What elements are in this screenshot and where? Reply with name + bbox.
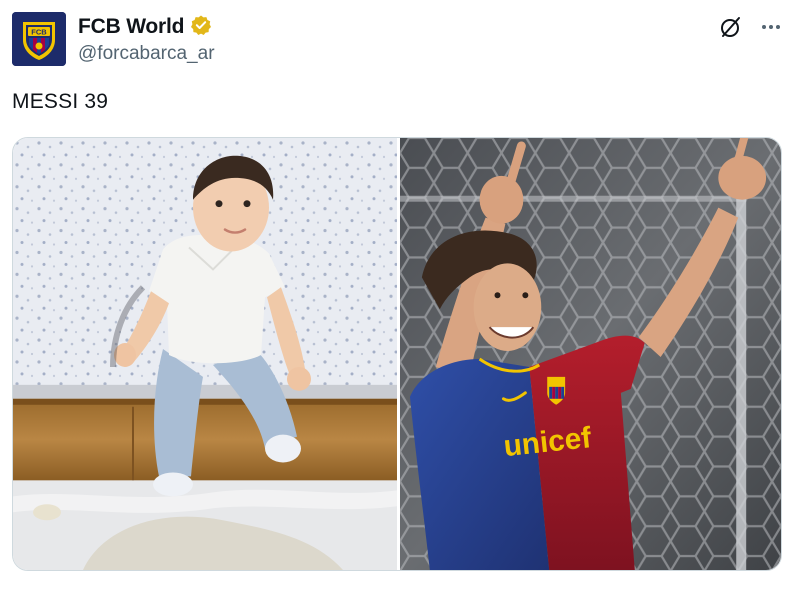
- display-name-row: FCB World: [78, 14, 215, 40]
- avatar-text: FCB: [31, 28, 47, 37]
- slash-circle-icon: [721, 17, 740, 37]
- more-button[interactable]: [758, 14, 784, 40]
- media-grid: unicef: [12, 137, 782, 571]
- account-handle[interactable]: @forcabarca_ar: [78, 43, 215, 65]
- grok-button[interactable]: [718, 14, 744, 40]
- display-name[interactable]: FCB World: [78, 15, 184, 39]
- avatar[interactable]: FCB: [12, 12, 66, 66]
- tweet-card: FCB FCB World @forcabarca_ar MESSI 39 un…: [0, 0, 800, 590]
- photo-celebration[interactable]: unicef: [400, 138, 781, 570]
- photo-baby[interactable]: [13, 138, 397, 570]
- author-info: FCB World @forcabarca_ar: [78, 14, 215, 65]
- verified-badge-icon: [190, 14, 212, 41]
- top-actions: [718, 14, 784, 40]
- tweet-text: MESSI 39: [12, 90, 109, 113]
- fcb-crest-icon: FCB: [12, 12, 66, 66]
- more-dots-icon: [762, 25, 780, 29]
